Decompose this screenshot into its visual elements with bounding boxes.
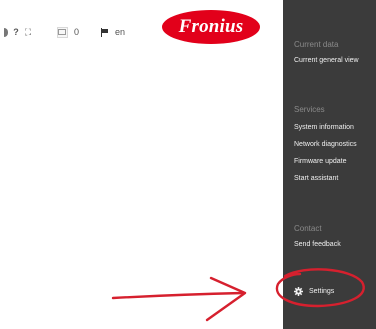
header-toolbar: ? ⛶ 0 en Fronius bbox=[0, 0, 283, 62]
flag-icon bbox=[100, 27, 109, 37]
main-content bbox=[0, 62, 283, 329]
sidebar-item-network-diagnostics[interactable]: Network diagnostics bbox=[294, 141, 357, 148]
mail-icon bbox=[56, 26, 68, 38]
sidebar-item-current-general-view[interactable]: Current general view bbox=[294, 57, 359, 64]
language-button[interactable]: en bbox=[95, 24, 131, 40]
sidebar-item-send-feedback[interactable]: Send feedback bbox=[294, 241, 341, 248]
sidebar-item-start-assistant[interactable]: Start assistant bbox=[294, 175, 338, 182]
sidebar-item-system-information[interactable]: System information bbox=[294, 124, 354, 131]
language-label: en bbox=[114, 27, 125, 37]
settings-label: Settings bbox=[309, 287, 335, 295]
sidebar-menu: Current data Current general view Servic… bbox=[283, 0, 376, 329]
sidebar-caption-contact: Contact bbox=[294, 224, 322, 233]
sidebar-caption-current-data: Current data bbox=[294, 40, 339, 49]
gear-icon bbox=[294, 286, 303, 296]
sidebar-caption-services: Services bbox=[294, 105, 325, 114]
sidebar-item-firmware-update[interactable]: Firmware update bbox=[294, 158, 347, 165]
messages-button[interactable]: 0 bbox=[54, 24, 82, 40]
toolbar-partial-icon[interactable] bbox=[2, 24, 10, 40]
help-button[interactable]: ? bbox=[11, 24, 21, 40]
fullscreen-icon[interactable]: ⛶ bbox=[23, 24, 33, 40]
settings-button[interactable]: Settings bbox=[294, 282, 334, 300]
message-count: 0 bbox=[73, 27, 79, 37]
logo-text: Fronius bbox=[178, 16, 244, 37]
fronius-logo: Fronius bbox=[161, 9, 261, 45]
